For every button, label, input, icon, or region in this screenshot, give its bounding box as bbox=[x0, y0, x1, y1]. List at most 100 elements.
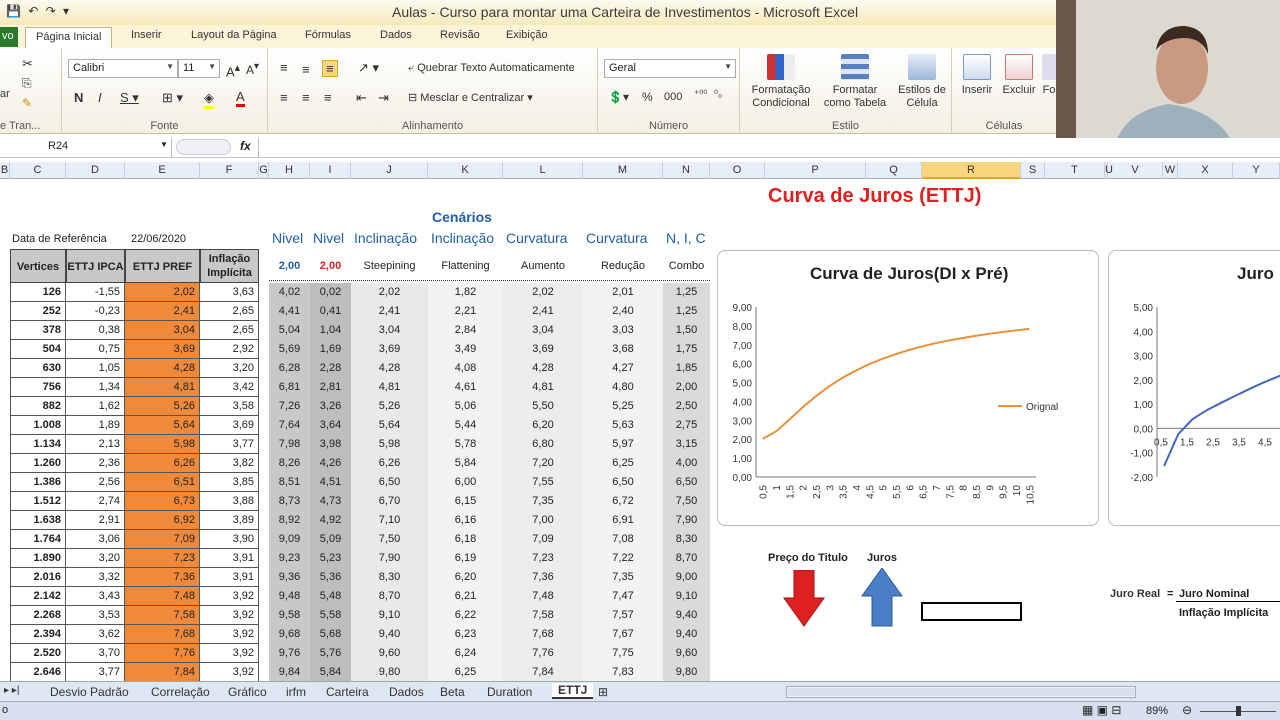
table-cell-r0-c2[interactable]: 2,02 bbox=[125, 283, 200, 302]
table-cell-r1-c2[interactable]: 2,41 bbox=[125, 302, 200, 321]
table-cell-r17-c3[interactable]: 3,92 bbox=[200, 606, 259, 625]
table-cell-r18-c5[interactable]: 5,68 bbox=[310, 625, 351, 644]
table-cell-r5-c1[interactable]: 1,34 bbox=[66, 378, 125, 397]
table-cell-r5-c3[interactable]: 3,42 bbox=[200, 378, 259, 397]
tab-view[interactable]: Exibição bbox=[506, 29, 548, 41]
table-cell-r18-c4[interactable]: 9,68 bbox=[269, 625, 310, 644]
table-cell-r12-c0[interactable]: 1.638 bbox=[10, 511, 66, 530]
align-left-icon[interactable]: ≡ bbox=[280, 90, 288, 105]
tab-file[interactable]: vo bbox=[0, 27, 18, 47]
name-box[interactable]: R24 bbox=[0, 138, 172, 157]
insert-sheet-icon[interactable]: ⊞ bbox=[598, 685, 608, 699]
column-header-h[interactable]: H bbox=[269, 162, 310, 179]
table-cell-r3-c8[interactable]: 3,69 bbox=[503, 340, 583, 359]
table-cell-r13-c0[interactable]: 1.764 bbox=[10, 530, 66, 549]
percent-icon[interactable]: % bbox=[642, 90, 653, 104]
column-header-q[interactable]: Q bbox=[866, 162, 922, 179]
decrease-indent-icon[interactable]: ⇤ bbox=[356, 90, 367, 106]
table-cell-r15-c8[interactable]: 7,36 bbox=[503, 568, 583, 587]
table-cell-r7-c1[interactable]: 1,89 bbox=[66, 416, 125, 435]
table-cell-r18-c3[interactable]: 3,92 bbox=[200, 625, 259, 644]
table-cell-r3-c3[interactable]: 2,92 bbox=[200, 340, 259, 359]
table-cell-r8-c1[interactable]: 2,13 bbox=[66, 435, 125, 454]
table-cell-r17-c1[interactable]: 3,53 bbox=[66, 606, 125, 625]
table-cell-r16-c6[interactable]: 8,70 bbox=[351, 587, 428, 606]
table-cell-r16-c9[interactable]: 7,47 bbox=[583, 587, 663, 606]
table-cell-r2-c4[interactable]: 5,04 bbox=[269, 321, 310, 340]
sheet-tab-dados[interactable]: Dados bbox=[389, 685, 424, 699]
table-cell-r3-c1[interactable]: 0,75 bbox=[66, 340, 125, 359]
table-cell-r9-c8[interactable]: 7,20 bbox=[503, 454, 583, 473]
column-header-o[interactable]: O bbox=[710, 162, 765, 179]
copy-icon[interactable]: ⎘ bbox=[22, 76, 32, 91]
font-name-select[interactable]: Calibri ▼ bbox=[68, 59, 178, 78]
table-cell-r4-c7[interactable]: 4,08 bbox=[428, 359, 503, 378]
align-center-icon[interactable]: ≡ bbox=[302, 90, 310, 105]
table-cell-r13-c2[interactable]: 7,09 bbox=[125, 530, 200, 549]
table-cell-r8-c6[interactable]: 5,98 bbox=[351, 435, 428, 454]
table-cell-r3-c10[interactable]: 1,75 bbox=[663, 340, 710, 359]
table-cell-r4-c2[interactable]: 4,28 bbox=[125, 359, 200, 378]
table-cell-r16-c8[interactable]: 7,48 bbox=[503, 587, 583, 606]
table-cell-r16-c10[interactable]: 9,10 bbox=[663, 587, 710, 606]
table-cell-r11-c6[interactable]: 6,70 bbox=[351, 492, 428, 511]
table-cell-r11-c0[interactable]: 1.512 bbox=[10, 492, 66, 511]
table-cell-r6-c3[interactable]: 3,58 bbox=[200, 397, 259, 416]
worksheet[interactable]: Curva de Juros (ETTJ) Cenários Data de R… bbox=[0, 180, 1280, 682]
table-cell-r6-c6[interactable]: 5,26 bbox=[351, 397, 428, 416]
insert-function-icon[interactable]: fx bbox=[240, 139, 251, 153]
align-right-icon[interactable]: ≡ bbox=[324, 90, 332, 105]
table-cell-r8-c7[interactable]: 5,78 bbox=[428, 435, 503, 454]
table-cell-r4-c5[interactable]: 2,28 bbox=[310, 359, 351, 378]
table-cell-r16-c7[interactable]: 6,21 bbox=[428, 587, 503, 606]
table-cell-r10-c3[interactable]: 3,85 bbox=[200, 473, 259, 492]
table-cell-r14-c6[interactable]: 7,90 bbox=[351, 549, 428, 568]
table-cell-r12-c10[interactable]: 7,90 bbox=[663, 511, 710, 530]
chart-juro-real[interactable]: Juro -2,00 -1,00 0,00 1,00 2,00 3,00 4,00 5,00 0,… bbox=[1108, 250, 1280, 526]
table-cell-r11-c8[interactable]: 7,35 bbox=[503, 492, 583, 511]
table-cell-r15-c7[interactable]: 6,20 bbox=[428, 568, 503, 587]
table-cell-r14-c2[interactable]: 7,23 bbox=[125, 549, 200, 568]
wrap-text-button[interactable]: ⤶ Quebrar Texto Automaticamente bbox=[408, 62, 575, 75]
column-header-b[interactable]: B bbox=[0, 162, 10, 179]
sheet-tab-correlação[interactable]: Correlação bbox=[151, 685, 210, 699]
bold-icon[interactable]: N bbox=[74, 90, 83, 105]
table-cell-r18-c1[interactable]: 3,62 bbox=[66, 625, 125, 644]
font-size-select[interactable]: 11 ▼ bbox=[178, 59, 220, 78]
table-cell-r18-c8[interactable]: 7,68 bbox=[503, 625, 583, 644]
table-cell-r17-c7[interactable]: 6,22 bbox=[428, 606, 503, 625]
table-cell-r15-c3[interactable]: 3,91 bbox=[200, 568, 259, 587]
insert-cells-button[interactable]: Inserir bbox=[958, 54, 996, 97]
table-cell-r9-c1[interactable]: 2,36 bbox=[66, 454, 125, 473]
table-cell-r14-c0[interactable]: 1.890 bbox=[10, 549, 66, 568]
increase-decimal-icon[interactable]: ⁺⁰⁰ bbox=[694, 89, 707, 100]
table-cell-r12-c7[interactable]: 6,16 bbox=[428, 511, 503, 530]
format-cells-button[interactable]: Fo bbox=[1042, 54, 1056, 97]
tab-home[interactable]: Página Inicial bbox=[25, 27, 113, 48]
table-cell-r12-c6[interactable]: 7,10 bbox=[351, 511, 428, 530]
table-cell-r9-c0[interactable]: 1.260 bbox=[10, 454, 66, 473]
table-cell-r9-c3[interactable]: 3,82 bbox=[200, 454, 259, 473]
column-header-y[interactable]: Y bbox=[1233, 162, 1280, 179]
table-cell-r8-c0[interactable]: 1.134 bbox=[10, 435, 66, 454]
table-cell-r4-c9[interactable]: 4,27 bbox=[583, 359, 663, 378]
table-cell-r1-c1[interactable]: -0,23 bbox=[66, 302, 125, 321]
table-cell-r20-c9[interactable]: 7,83 bbox=[583, 663, 663, 682]
horizontal-scroll-thumb[interactable] bbox=[788, 688, 1134, 696]
tab-formulas[interactable]: Fórmulas bbox=[305, 29, 351, 41]
column-header-c[interactable]: C bbox=[10, 162, 66, 179]
table-cell-r2-c8[interactable]: 3,04 bbox=[503, 321, 583, 340]
table-cell-r15-c10[interactable]: 9,00 bbox=[663, 568, 710, 587]
format-painter-icon[interactable]: ✎ bbox=[22, 96, 32, 110]
table-cell-r10-c7[interactable]: 6,00 bbox=[428, 473, 503, 492]
table-cell-r20-c7[interactable]: 6,25 bbox=[428, 663, 503, 682]
table-cell-r5-c5[interactable]: 2,81 bbox=[310, 378, 351, 397]
table-cell-r7-c3[interactable]: 3,69 bbox=[200, 416, 259, 435]
table-cell-r7-c8[interactable]: 6,20 bbox=[503, 416, 583, 435]
table-cell-r12-c2[interactable]: 6,92 bbox=[125, 511, 200, 530]
table-cell-r2-c6[interactable]: 3,04 bbox=[351, 321, 428, 340]
table-cell-r1-c10[interactable]: 1,25 bbox=[663, 302, 710, 321]
table-cell-r19-c9[interactable]: 7,75 bbox=[583, 644, 663, 663]
table-cell-r11-c2[interactable]: 6,73 bbox=[125, 492, 200, 511]
table-cell-r7-c7[interactable]: 5,44 bbox=[428, 416, 503, 435]
